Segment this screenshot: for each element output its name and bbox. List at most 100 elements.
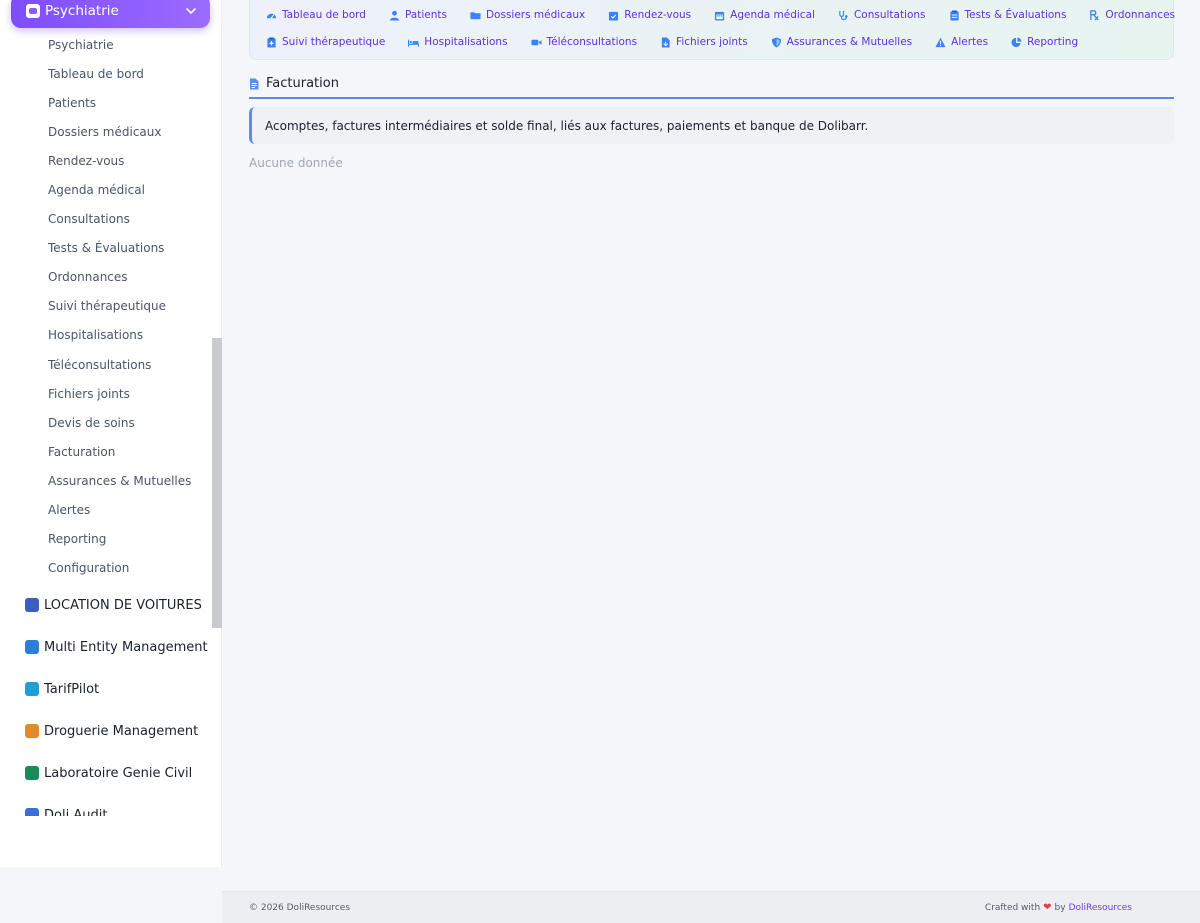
- sidebar-subitem[interactable]: Fichiers joints: [0, 379, 212, 408]
- sidebar-subitem[interactable]: Rendez-vous: [0, 146, 212, 175]
- sidebar-subitem[interactable]: Patients: [0, 88, 212, 117]
- shield-icon: [771, 36, 787, 48]
- nav-link-label: Assurances & Mutuelles: [786, 36, 913, 48]
- footer: © 2026 DoliResources Crafted with ❤ by D…: [222, 891, 1200, 923]
- nav-row-1: Tableau de bord Patients Dossiers médicaux…: [266, 7, 1198, 23]
- nav-link-label: Reporting: [1027, 36, 1079, 48]
- submenu: Psychiatrie Tableau de bord Patients Dossie…: [0, 30, 212, 583]
- sidebar-subitem[interactable]: Consultations: [0, 205, 212, 234]
- warning-icon: [935, 37, 951, 48]
- brand-link[interactable]: DoliResources: [1069, 903, 1132, 913]
- nav-link-label: Hospitalisations: [424, 36, 508, 48]
- module-icon: [25, 766, 39, 780]
- sidebar-scroll-area: Psychiatrie Psychiatrie Tableau de bord Pa…: [0, 0, 222, 816]
- nav-link[interactable]: Assurances & Mutuelles: [771, 36, 912, 48]
- sidebar-subitem[interactable]: Tests & Évaluations: [0, 234, 212, 263]
- stethoscope-icon: [838, 10, 854, 21]
- sidebar-subitem[interactable]: Ordonnances: [0, 263, 212, 292]
- nav-link-label: Ordonnances: [1105, 9, 1176, 21]
- module-psychiatrie[interactable]: Psychiatrie: [11, 0, 210, 28]
- sidebar-subitem[interactable]: Alertes: [0, 496, 212, 525]
- module-icon: [25, 808, 39, 816]
- sidebar-subitem[interactable]: Devis de soins: [0, 408, 212, 437]
- nav-link[interactable]: Dossiers médicaux: [470, 9, 585, 21]
- nav-link[interactable]: Consultations: [838, 9, 926, 21]
- nav-link-label: Suivi thérapeutique: [282, 36, 386, 48]
- nav-link-label: Consultations: [853, 9, 926, 21]
- empty-state: Aucune donnée: [249, 156, 343, 170]
- bed-icon: [408, 37, 424, 48]
- sidebar-module[interactable]: Multi Entity Management: [0, 626, 212, 668]
- module-icon: [25, 598, 39, 612]
- clipboard-icon: [949, 9, 965, 21]
- sidebar-module[interactable]: LOCATION DE VOITURES: [0, 584, 212, 626]
- section-header: Facturation: [249, 74, 1174, 99]
- sidebar-subitem[interactable]: Tableau de bord: [0, 59, 212, 88]
- module-label: Doli Audit: [44, 807, 108, 817]
- sidebar-subitem[interactable]: Hospitalisations: [0, 321, 212, 350]
- sidebar-subitem[interactable]: Configuration: [0, 554, 212, 583]
- chevron-down-icon[interactable]: [186, 6, 196, 16]
- module-label: Multi Entity Management: [44, 639, 208, 655]
- nav-link-label: Tests & Évaluations: [964, 9, 1067, 21]
- nav-link[interactable]: Patients: [389, 9, 447, 21]
- sidebar-subitem[interactable]: Reporting: [0, 525, 212, 554]
- sidebar-subitem[interactable]: Assurances & Mutuelles: [0, 466, 212, 495]
- sidebar: Psychiatrie Psychiatrie Tableau de bord Pa…: [0, 0, 222, 867]
- nav-link-label: Rendez-vous: [624, 9, 692, 21]
- notes-medical-icon: [266, 36, 282, 48]
- heart-icon: ❤: [1043, 902, 1052, 913]
- user-icon: [389, 10, 405, 21]
- nav-link[interactable]: Tests & Évaluations: [949, 9, 1067, 21]
- nav-link[interactable]: Rendez-vous: [608, 9, 691, 21]
- nav-link-label: Téléconsultations: [546, 36, 638, 48]
- sidebar-module[interactable]: Droguerie Management: [0, 710, 212, 752]
- nav-link-label: Patients: [404, 9, 447, 21]
- nav-row-2: Suivi thérapeutique Hospitalisations Téléc…: [266, 34, 1101, 50]
- by-text: by: [1054, 902, 1066, 913]
- sidebar-subitem[interactable]: Téléconsultations: [0, 350, 212, 379]
- folder-icon: [470, 10, 486, 21]
- module-icon: [25, 640, 39, 654]
- module-label: LOCATION DE VOITURES: [44, 597, 202, 613]
- crafted-text: Crafted with: [984, 902, 1041, 913]
- nav-link-label: Alertes: [951, 36, 989, 48]
- calendar-icon: [714, 10, 730, 21]
- sidebar-subitem[interactable]: Facturation: [0, 437, 212, 466]
- pie-chart-icon: [1011, 36, 1027, 48]
- calendar-check-icon: [608, 10, 624, 21]
- sidebar-scrollbar[interactable]: [212, 338, 222, 628]
- sidebar-subitem[interactable]: Suivi thérapeutique: [0, 292, 212, 321]
- module-top-nav: Tableau de bord Patients Dossiers médicaux…: [249, 0, 1175, 60]
- nav-link[interactable]: Hospitalisations: [408, 36, 508, 48]
- video-icon: [531, 37, 547, 48]
- sidebar-module[interactable]: Doli Audit: [0, 794, 212, 816]
- copyright: © 2026 DoliResources: [249, 902, 351, 913]
- section-title: Facturation: [266, 76, 339, 91]
- module-label: Laboratoire Genie Civil: [44, 765, 193, 781]
- sidebar-subitem[interactable]: Psychiatrie: [0, 30, 212, 59]
- nav-link-label: Tableau de bord: [282, 9, 366, 21]
- sidebar-module[interactable]: Laboratoire Genie Civil: [0, 752, 212, 794]
- sidebar-module[interactable]: TarifPilot: [0, 668, 212, 710]
- section-description: Acomptes, factures intermédiaires et sol…: [249, 107, 1174, 144]
- footer-credits: Crafted with ❤ by DoliResources: [985, 902, 1132, 913]
- sidebar-subitem[interactable]: Agenda médical: [0, 175, 212, 204]
- nav-link-label: Fichiers joints: [676, 36, 748, 48]
- module-icon: [25, 724, 39, 738]
- module-icon: [25, 682, 39, 696]
- nav-link[interactable]: Tableau de bord: [266, 9, 366, 21]
- nav-link[interactable]: Ordonnances: [1089, 9, 1175, 21]
- nav-link[interactable]: Suivi thérapeutique: [266, 36, 385, 48]
- sidebar-subitem[interactable]: Dossiers médicaux: [0, 117, 212, 146]
- nav-link[interactable]: Fichiers joints: [660, 36, 748, 48]
- nav-link[interactable]: Agenda médical: [714, 9, 815, 21]
- module-list: LOCATION DE VOITURES Multi Entity Managem…: [0, 584, 212, 816]
- module-label: TarifPilot: [44, 681, 100, 697]
- nav-link[interactable]: Alertes: [935, 36, 988, 48]
- nav-link[interactable]: Reporting: [1011, 36, 1078, 48]
- file-icon: [660, 36, 676, 48]
- gauge-icon: [266, 10, 282, 21]
- nav-link[interactable]: Téléconsultations: [531, 36, 638, 48]
- brain-icon: [26, 4, 40, 18]
